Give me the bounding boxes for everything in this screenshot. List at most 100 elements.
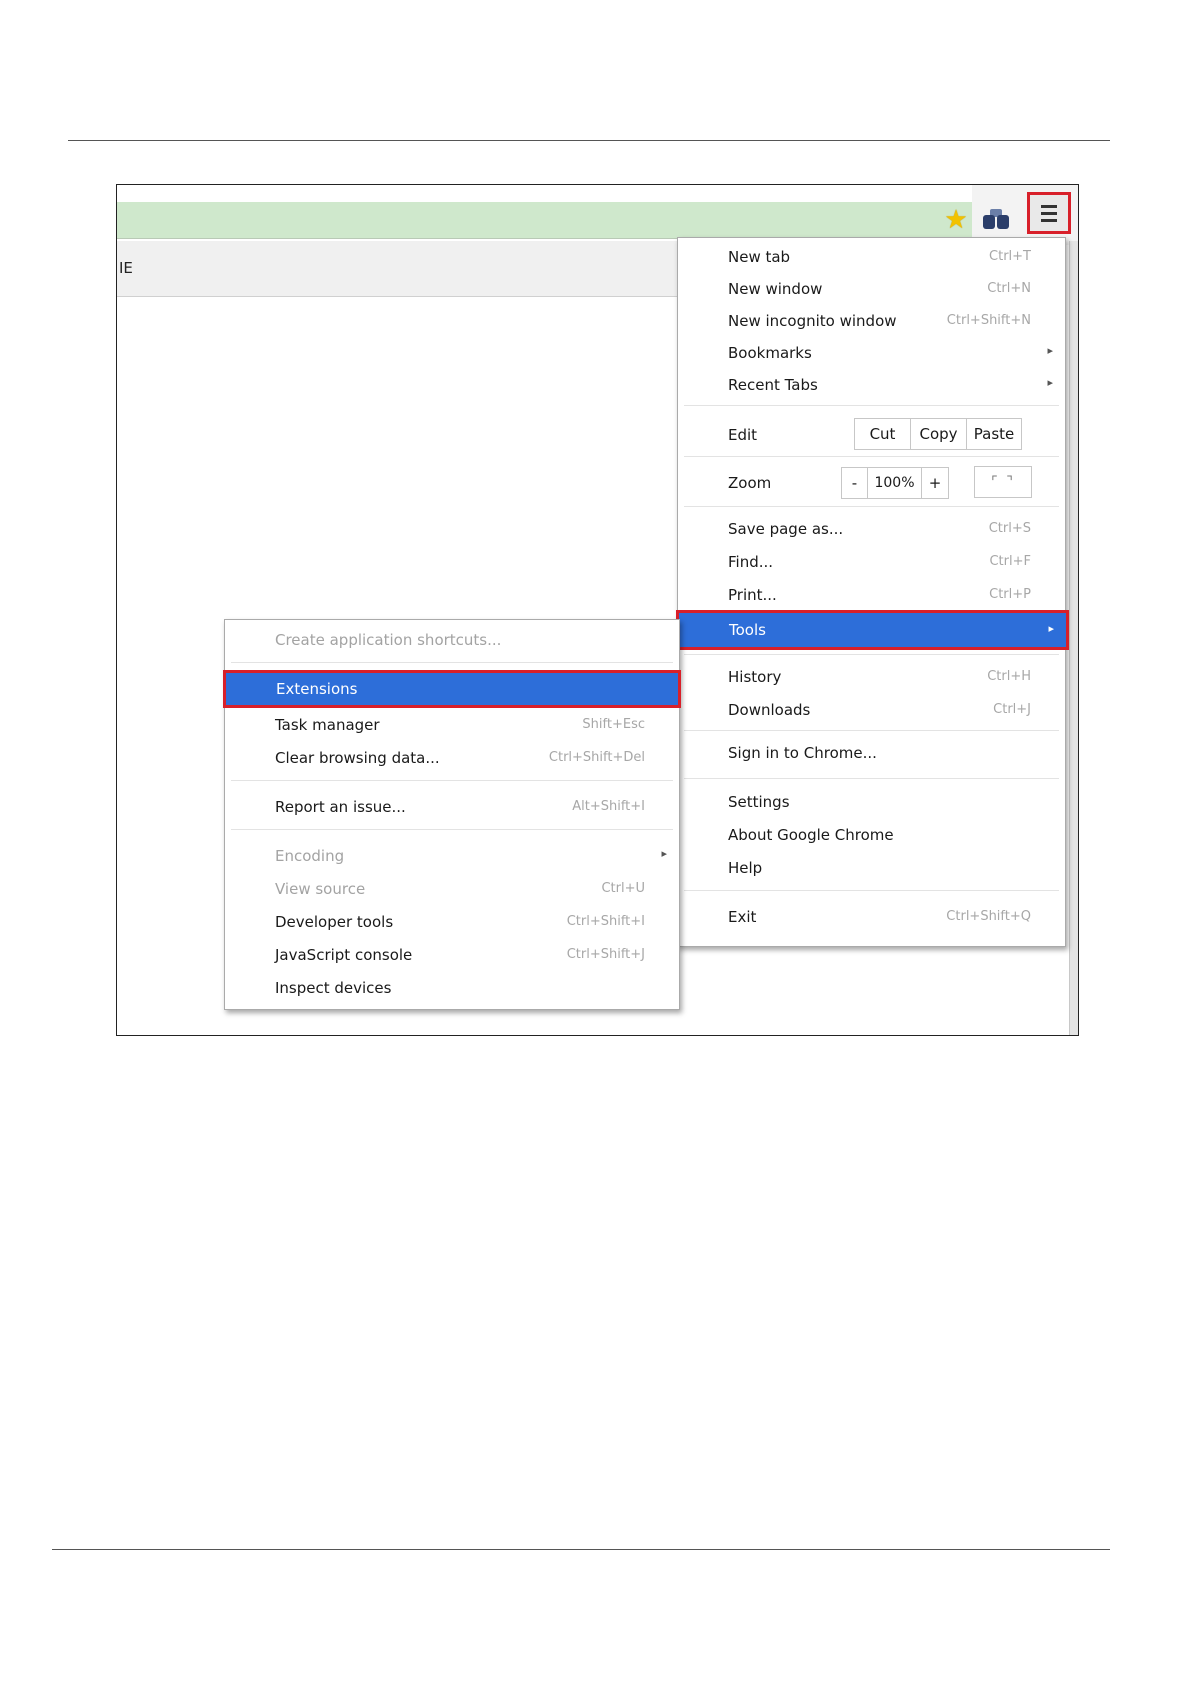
menu-item-shortcut: Ctrl+N [987,281,1031,296]
submenu-item-encoding: Encoding ▸ [225,841,679,871]
menu-item-shortcut: Ctrl+P [989,587,1031,602]
chrome-menu-button[interactable] [1027,192,1071,234]
menu-item-shortcut: Ctrl+Shift+I [566,914,645,929]
zoom-level: 100% [868,468,922,498]
menu-item-label: New incognito window [728,312,897,330]
tab-text: IE [119,259,133,277]
paste-button[interactable]: Paste [967,419,1021,449]
menu-item-find[interactable]: Find... Ctrl+F [678,547,1065,577]
menu-item-new-window[interactable]: New window Ctrl+N [678,274,1065,304]
menu-item-label: Bookmarks [728,344,812,362]
menu-item-label: Task manager [275,716,380,734]
chevron-right-icon: ▸ [1047,344,1053,357]
menu-item-about-chrome[interactable]: About Google Chrome [678,820,1065,850]
submenu-item-inspect-devices[interactable]: Inspect devices [225,973,679,1003]
submenu-item-extensions[interactable]: Extensions [223,670,681,708]
menu-separator [684,654,1059,655]
menu-item-shortcut: Ctrl+Shift+Q [946,909,1031,924]
menu-item-shortcut: Ctrl+Shift+N [946,313,1031,328]
menu-item-shortcut: Ctrl+Shift+Del [548,750,645,765]
menu-item-label: Clear browsing data... [275,749,440,767]
chevron-right-icon: ▸ [1047,376,1053,389]
menu-item-label: Exit [728,908,757,926]
menu-separator [231,662,673,663]
menu-item-shortcut: Ctrl+H [987,669,1031,684]
menu-item-label: Zoom [728,474,772,492]
menu-item-save-page-as[interactable]: Save page as... Ctrl+S [678,514,1065,544]
binoculars-icon[interactable] [981,207,1011,233]
menu-item-label: Help [728,859,763,877]
submenu-item-javascript-console[interactable]: JavaScript console Ctrl+Shift+J [225,940,679,970]
submenu-item-view-source: View source Ctrl+U [225,874,679,904]
copy-button[interactable]: Copy [911,419,967,449]
menu-item-label: View source [275,880,366,898]
menu-item-label: Create application shortcuts... [275,631,502,649]
menu-item-label: Developer tools [275,913,394,931]
menu-item-bookmarks[interactable]: Bookmarks ▸ [678,338,1065,368]
submenu-item-clear-browsing-data[interactable]: Clear browsing data... Ctrl+Shift+Del [225,743,679,773]
menu-item-label: Sign in to Chrome... [728,744,877,762]
menu-item-help[interactable]: Help [678,853,1065,883]
menu-item-tools[interactable]: Tools ▸ [676,610,1069,650]
menu-item-downloads[interactable]: Downloads Ctrl+J [678,695,1065,725]
submenu-item-create-shortcuts: Create application shortcuts... [225,625,679,655]
menu-item-label: About Google Chrome [728,826,894,844]
star-icon[interactable]: ★ [941,205,971,235]
menu-item-new-incognito-window[interactable]: New incognito window Ctrl+Shift+N [678,306,1065,336]
menu-item-history[interactable]: History Ctrl+H [678,662,1065,692]
menu-item-label: Extensions [276,680,358,698]
menu-item-shortcut: Ctrl+U [601,881,645,896]
menu-item-label: Tools [729,621,766,639]
menu-item-label: JavaScript console [275,946,413,964]
menu-separator [684,890,1059,891]
menu-item-shortcut: Ctrl+F [989,554,1031,569]
fullscreen-icon[interactable]: ⌜ ⌝ [974,466,1032,498]
zoom-controls: - 100% + [841,467,949,499]
zoom-in-button[interactable]: + [922,468,948,498]
menu-item-shortcut: Alt+Shift+I [572,799,645,814]
menu-separator [684,405,1059,406]
menu-item-new-tab[interactable]: New tab Ctrl+T [678,242,1065,272]
edit-button-group: Cut Copy Paste [854,418,1022,450]
submenu-item-report-issue[interactable]: Report an issue... Alt+Shift+I [225,792,679,822]
scrollbar[interactable] [1069,241,1078,1035]
cut-button[interactable]: Cut [855,419,911,449]
menu-item-label: Inspect devices [275,979,392,997]
submenu-item-task-manager[interactable]: Task manager Shift+Esc [225,710,679,740]
menu-item-print[interactable]: Print... Ctrl+P [678,580,1065,610]
menu-item-settings[interactable]: Settings [678,787,1065,817]
menu-separator [684,778,1059,779]
page-footer-rule [52,1549,1110,1550]
menu-item-label: Print... [728,586,777,604]
menu-item-label: Save page as... [728,520,844,538]
submenu-item-developer-tools[interactable]: Developer tools Ctrl+Shift+I [225,907,679,937]
menu-item-shortcut: Shift+Esc [582,717,645,732]
menu-item-exit[interactable]: Exit Ctrl+Shift+Q [678,902,1065,932]
menu-item-shortcut: Ctrl+T [989,249,1031,264]
chevron-right-icon: ▸ [1048,622,1054,635]
page-header-rule [68,140,1110,141]
menu-item-label: Settings [728,793,790,811]
menu-separator [684,730,1059,731]
menu-item-label: Encoding [275,847,345,865]
browser-screenshot: ★ IE New tab Ctrl+T New window Ctrl+N Ne… [116,184,1079,1036]
page-tab-strip: IE [117,241,677,297]
menu-separator [231,829,673,830]
zoom-out-button[interactable]: - [842,468,868,498]
tools-submenu: Create application shortcuts... Extensio… [223,619,681,1010]
menu-item-label: History [728,668,782,686]
menu-item-label: Report an issue... [275,798,406,816]
menu-item-recent-tabs[interactable]: Recent Tabs ▸ [678,370,1065,400]
menu-item-label: Find... [728,553,774,571]
menu-item-sign-in[interactable]: Sign in to Chrome... [678,738,1065,768]
chrome-main-menu: New tab Ctrl+T New window Ctrl+N New inc… [676,237,1069,947]
menu-item-label: Edit [728,426,758,444]
menu-item-label: New window [728,280,823,298]
menu-item-shortcut: Ctrl+S [988,521,1031,536]
menu-item-label: Downloads [728,701,811,719]
omnibox[interactable] [117,202,972,239]
menu-separator [231,780,673,781]
menu-item-label: New tab [728,248,791,266]
menu-item-shortcut: Ctrl+J [993,702,1031,717]
menu-item-shortcut: Ctrl+Shift+J [566,947,645,962]
